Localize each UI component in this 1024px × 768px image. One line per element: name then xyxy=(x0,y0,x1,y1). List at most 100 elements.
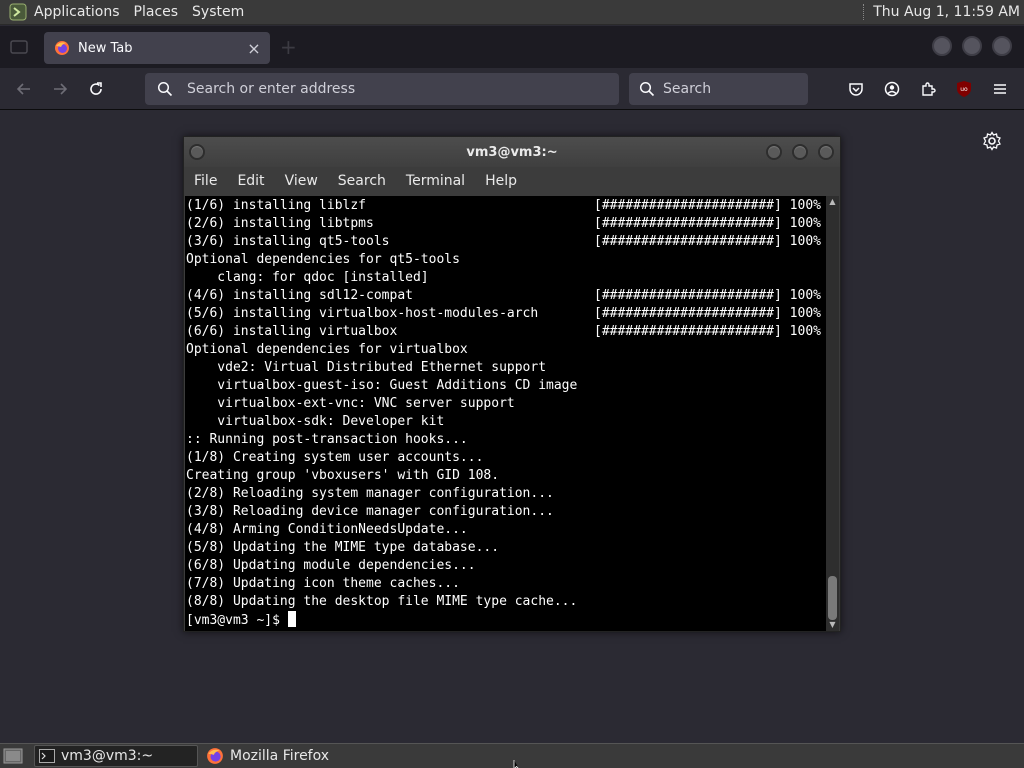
maximize-button[interactable] xyxy=(962,36,982,56)
app-menu-button[interactable] xyxy=(984,73,1016,105)
arrow-left-icon xyxy=(16,82,30,95)
taskbar-item-terminal[interactable]: vm3@vm3:~ xyxy=(34,745,198,767)
terminal-line: (2/6) installing libtpms [###############… xyxy=(186,215,827,233)
terminal-line: Optional dependencies for qt5-tools xyxy=(186,251,827,269)
terminal-line-text: (8/8) Updating the desktop file MIME typ… xyxy=(186,594,578,609)
minimize-button[interactable] xyxy=(932,36,952,56)
terminal-line-text: Optional dependencies for virtualbox xyxy=(186,342,468,357)
terminal-prompt-line[interactable]: [vm3@vm3 ~]$ xyxy=(186,611,827,629)
menu-help[interactable]: Help xyxy=(485,173,517,189)
firefox-view-icon[interactable] xyxy=(8,36,30,58)
show-desktop-icon[interactable] xyxy=(2,746,24,766)
gear-icon[interactable] xyxy=(982,131,1002,151)
terminal-line: Creating group 'vboxusers' with GID 108. xyxy=(186,467,827,485)
terminal-line-text: Creating group 'vboxusers' with GID 108. xyxy=(186,468,500,483)
reload-button[interactable] xyxy=(80,73,112,105)
terminal-line-text: virtualbox-guest-iso: Guest Additions CD… xyxy=(186,378,578,393)
terminal-close-button[interactable] xyxy=(818,144,834,160)
distro-logo-icon[interactable] xyxy=(8,2,28,22)
progress-indicator: [######################] 100% xyxy=(594,306,821,321)
pocket-button[interactable] xyxy=(840,73,872,105)
shell-prompt: [vm3@vm3 ~]$ xyxy=(186,613,288,628)
terminal-scrollbar[interactable]: ▲ ▼ xyxy=(826,196,839,631)
terminal-line: (6/6) installing virtualbox [############… xyxy=(186,323,827,341)
menu-view[interactable]: View xyxy=(285,173,318,189)
account-button[interactable] xyxy=(876,73,908,105)
terminal-line: (1/6) installing liblzf [################… xyxy=(186,197,827,215)
terminal-window-controls xyxy=(766,144,834,160)
tab-title: New Tab xyxy=(78,40,133,56)
new-tab-button[interactable]: + xyxy=(280,37,297,57)
scroll-thumb[interactable] xyxy=(828,576,837,620)
menu-file[interactable]: File xyxy=(194,173,217,189)
address-placeholder: Search or enter address xyxy=(187,81,356,97)
scroll-up-arrow-icon[interactable]: ▲ xyxy=(826,196,839,208)
terminal-line-text: virtualbox-ext-vnc: VNC server support xyxy=(186,396,515,411)
firefox-icon xyxy=(207,748,223,764)
puzzle-icon xyxy=(922,82,936,96)
terminal-line-text: (4/6) installing sdl12-compat xyxy=(186,288,413,303)
terminal-line: (3/6) installing qt5-tools [#############… xyxy=(186,233,827,251)
terminal-line-text: (6/8) Updating module dependencies... xyxy=(186,558,476,573)
terminal-line-text: (1/6) installing liblzf xyxy=(186,198,367,213)
terminal-line: virtualbox-ext-vnc: VNC server support xyxy=(186,395,827,413)
terminal-line: virtualbox-sdk: Developer kit xyxy=(186,413,827,431)
taskbar-label: Mozilla Firefox xyxy=(230,748,330,764)
back-button[interactable] xyxy=(8,73,40,105)
terminal-titlebar[interactable]: vm3@vm3:~ xyxy=(184,137,840,167)
menu-search[interactable]: Search xyxy=(338,173,386,189)
terminal-line: (5/6) installing virtualbox-host-modules… xyxy=(186,305,827,323)
extensions-button[interactable] xyxy=(912,73,944,105)
panel-separator xyxy=(863,4,865,20)
search-bar[interactable]: Search xyxy=(629,73,808,105)
ublock-button[interactable]: uo xyxy=(948,73,980,105)
menu-applications[interactable]: Applications xyxy=(34,4,120,20)
search-icon xyxy=(639,81,655,97)
tab-new-tab[interactable]: New Tab × xyxy=(44,32,270,64)
address-bar[interactable]: Search or enter address xyxy=(145,73,619,105)
tab-strip: New Tab × + xyxy=(0,26,1024,68)
terminal-line: :: Running post-transaction hooks... xyxy=(186,431,827,449)
terminal-line: vde2: Virtual Distributed Ethernet suppo… xyxy=(186,359,827,377)
firefox-icon xyxy=(55,41,69,55)
terminal-line-text: (2/8) Reloading system manager configura… xyxy=(186,486,554,501)
terminal-line: (4/8) Arming ConditionNeedsUpdate... xyxy=(186,521,827,539)
pocket-icon xyxy=(849,83,863,96)
progress-indicator: [######################] 100% xyxy=(594,216,821,231)
terminal-line-text: Optional dependencies for qt5-tools xyxy=(186,252,460,267)
tab-close-icon[interactable]: × xyxy=(242,36,266,60)
svg-text:uo: uo xyxy=(960,86,968,93)
terminal-icon xyxy=(39,749,55,763)
progress-indicator: [######################] 100% xyxy=(594,198,821,213)
top-panel: Applications Places System Thu Aug 1, 11… xyxy=(0,0,1024,25)
reload-icon xyxy=(90,81,102,95)
terminal-maximize-button[interactable] xyxy=(792,144,808,160)
terminal-output[interactable]: (1/6) installing liblzf [################… xyxy=(185,196,827,631)
terminal-line-text: (2/6) installing libtpms xyxy=(186,216,374,231)
clock[interactable]: Thu Aug 1, 11:59 AM xyxy=(873,4,1020,20)
terminal-line: (8/8) Updating the desktop file MIME typ… xyxy=(186,593,827,611)
terminal-line-text: virtualbox-sdk: Developer kit xyxy=(186,414,445,429)
menu-edit[interactable]: Edit xyxy=(237,173,264,189)
terminal-line-text: vde2: Virtual Distributed Ethernet suppo… xyxy=(186,360,547,375)
terminal-line: (2/8) Reloading system manager configura… xyxy=(186,485,827,503)
close-button[interactable] xyxy=(992,36,1012,56)
forward-button[interactable] xyxy=(44,73,76,105)
menu-terminal[interactable]: Terminal xyxy=(406,173,465,189)
taskbar-item-firefox[interactable]: Mozilla Firefox xyxy=(202,745,368,767)
terminal-line-text: (3/8) Reloading device manager configura… xyxy=(186,504,554,519)
terminal-line-text: (6/6) installing virtualbox xyxy=(186,324,398,339)
terminal-menubar: File Edit View Search Terminal Help xyxy=(184,167,840,195)
terminal-line: (1/8) Creating system user accounts... xyxy=(186,449,827,467)
progress-indicator: [######################] 100% xyxy=(594,234,821,249)
menu-places[interactable]: Places xyxy=(134,4,179,20)
taskbar-label: vm3@vm3:~ xyxy=(61,748,154,764)
search-icon xyxy=(157,81,173,97)
hamburger-menu-icon xyxy=(994,84,1006,94)
text-cursor xyxy=(287,611,296,627)
terminal-line: (7/8) Updating icon theme caches... xyxy=(186,575,827,593)
menu-system[interactable]: System xyxy=(192,4,244,20)
search-placeholder: Search xyxy=(663,81,712,97)
scroll-down-arrow-icon[interactable]: ▼ xyxy=(826,619,839,631)
terminal-minimize-button[interactable] xyxy=(766,144,782,160)
